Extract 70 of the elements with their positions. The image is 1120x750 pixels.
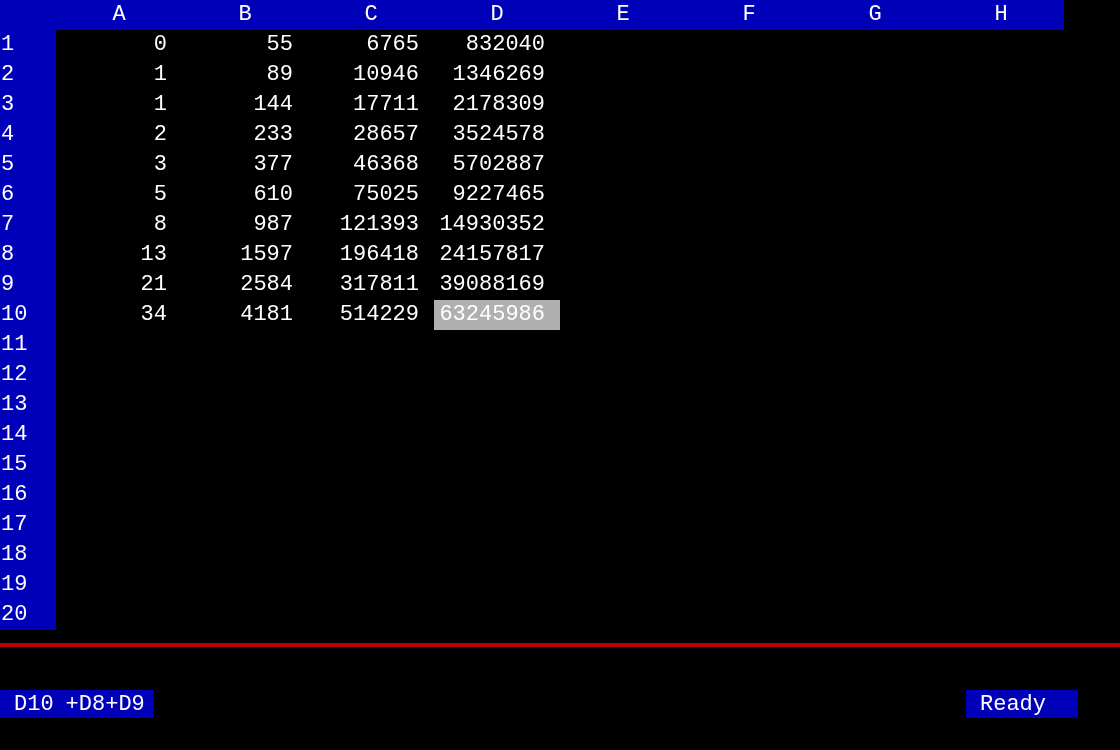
column-header[interactable]: B (182, 0, 308, 30)
table-cell[interactable]: 1597 (182, 240, 308, 270)
table-cell[interactable]: 89 (182, 60, 308, 90)
table-cell[interactable]: 514229 (308, 300, 434, 330)
row-header[interactable]: 10 (0, 300, 56, 330)
table-cell[interactable]: 13 (56, 240, 182, 270)
cell-formula: +D8+D9 (65, 690, 145, 719)
table-cell[interactable]: 14930352 (434, 210, 560, 240)
table-cell[interactable]: 21 (56, 270, 182, 300)
row-header[interactable]: 6 (0, 180, 56, 210)
table-cell[interactable]: 317811 (308, 270, 434, 300)
table-cell[interactable]: 39088169 (434, 270, 560, 300)
table-cell[interactable]: 17711 (308, 90, 434, 120)
row-header[interactable]: 16 (0, 480, 56, 510)
row-header[interactable]: 4 (0, 120, 56, 150)
table-cell[interactable]: 233 (182, 120, 308, 150)
row-header[interactable]: 11 (0, 330, 56, 360)
table-cell[interactable]: 10946 (308, 60, 434, 90)
table-cell[interactable]: 55 (182, 30, 308, 60)
column-header[interactable]: C (308, 0, 434, 30)
row-header[interactable]: 1 (0, 30, 56, 60)
table-cell[interactable]: 3 (56, 150, 182, 180)
cell-reference: D10 (14, 690, 54, 719)
table-cell[interactable]: 8 (56, 210, 182, 240)
table-cell[interactable]: 1346269 (434, 60, 560, 90)
row-header[interactable]: 9 (0, 270, 56, 300)
table-cell[interactable]: 144 (182, 90, 308, 120)
row-header[interactable]: 7 (0, 210, 56, 240)
table-cell[interactable]: 377 (182, 150, 308, 180)
table-cell[interactable]: 5702887 (434, 150, 560, 180)
row-header[interactable]: 8 (0, 240, 56, 270)
column-header[interactable]: G (812, 0, 938, 30)
table-cell[interactable]: 2584 (182, 270, 308, 300)
table-cell[interactable]: 9227465 (434, 180, 560, 210)
row-header[interactable]: 17 (0, 510, 56, 540)
row-header[interactable]: 18 (0, 540, 56, 570)
table-cell[interactable]: 28657 (308, 120, 434, 150)
row-header[interactable]: 20 (0, 600, 56, 630)
table-cell[interactable]: 196418 (308, 240, 434, 270)
table-cell[interactable]: 2 (56, 120, 182, 150)
column-header[interactable]: D (434, 0, 560, 30)
table-cell[interactable]: 987 (182, 210, 308, 240)
row-header[interactable]: 2 (0, 60, 56, 90)
table-cell[interactable]: 4181 (182, 300, 308, 330)
row-header[interactable]: 13 (0, 390, 56, 420)
row-header[interactable]: 15 (0, 450, 56, 480)
row-header[interactable]: 3 (0, 90, 56, 120)
table-cell[interactable]: 5 (56, 180, 182, 210)
table-cell[interactable]: 46368 (308, 150, 434, 180)
column-header[interactable]: H (938, 0, 1064, 30)
row-header[interactable]: 19 (0, 570, 56, 600)
row-header[interactable]: 14 (0, 420, 56, 450)
table-cell[interactable]: 75025 (308, 180, 434, 210)
table-cell[interactable]: 24157817 (434, 240, 560, 270)
table-cell[interactable]: 34 (56, 300, 182, 330)
table-cell[interactable]: 1 (56, 90, 182, 120)
column-header[interactable]: A (56, 0, 182, 30)
table-cell[interactable]: 2178309 (434, 90, 560, 120)
table-cell[interactable]: 832040 (434, 30, 560, 60)
column-header[interactable]: F (686, 0, 812, 30)
table-cell[interactable]: 121393 (308, 210, 434, 240)
row-header[interactable]: 12 (0, 360, 56, 390)
table-cell[interactable]: 6765 (308, 30, 434, 60)
table-cell[interactable]: 3524578 (434, 120, 560, 150)
column-header[interactable]: E (560, 0, 686, 30)
table-cell[interactable]: 1 (56, 60, 182, 90)
mode-indicator: Ready (966, 690, 1078, 718)
table-cell[interactable]: 610 (182, 180, 308, 210)
table-cell[interactable]: 0 (56, 30, 182, 60)
row-header[interactable]: 5 (0, 150, 56, 180)
